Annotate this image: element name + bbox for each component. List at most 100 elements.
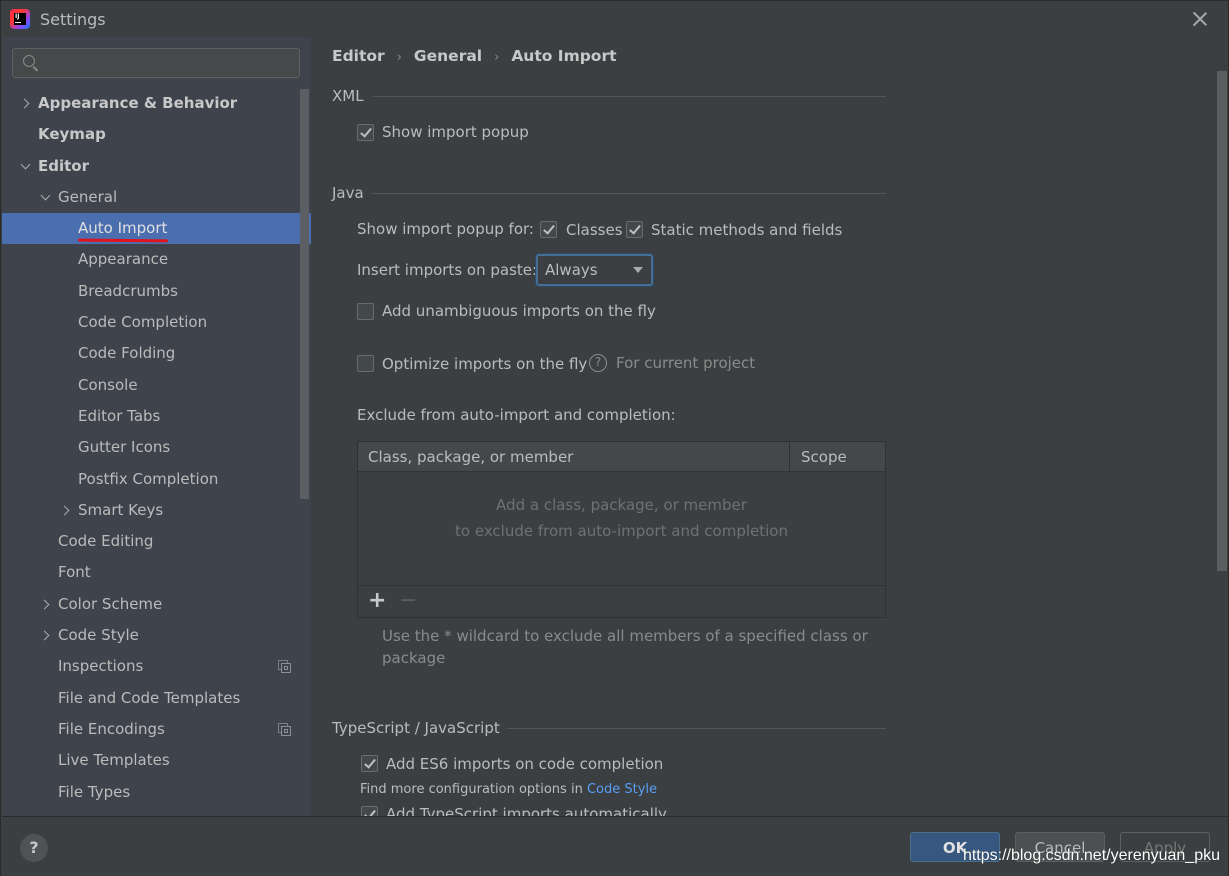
sidebar-item-postfix-completion[interactable]: Postfix Completion: [2, 464, 311, 495]
add-es6-label[interactable]: Add ES6 imports on code completion: [386, 755, 663, 773]
column-header-class[interactable]: Class, package, or member: [368, 442, 573, 472]
xml-show-import-popup-label[interactable]: Show import popup: [382, 123, 529, 141]
search-input[interactable]: [45, 49, 295, 77]
sidebar-item-label: Console: [78, 375, 138, 394]
sidebar-item-label: Gutter Icons: [78, 438, 171, 457]
sidebar-item-label: Editor Tabs: [78, 406, 161, 425]
sidebar-item-label: Keymap: [38, 125, 106, 144]
static-methods-checkbox[interactable]: [626, 221, 643, 238]
chevron-right-icon[interactable]: [60, 495, 72, 526]
close-icon[interactable]: [1190, 9, 1210, 29]
wildcard-hint-line-2: package: [382, 649, 446, 667]
sidebar-item-code-style[interactable]: Code Style: [2, 620, 311, 651]
sidebar-item-label: Font: [58, 563, 91, 582]
sidebar-item-breadcrumbs[interactable]: Breadcrumbs: [2, 276, 311, 307]
column-header-scope[interactable]: Scope: [801, 442, 847, 472]
section-divider: [373, 96, 886, 97]
sidebar-item-label: Code Editing: [58, 532, 154, 551]
sidebar-item-code-completion[interactable]: Code Completion: [2, 307, 311, 338]
chevron-down-icon: [633, 267, 643, 273]
sidebar-item-auto-import[interactable]: Auto Import: [2, 213, 311, 245]
breadcrumb: Editor › General › Auto Import: [332, 47, 617, 65]
sidebar-item-label: Appearance: [78, 250, 169, 269]
code-style-link[interactable]: Code Style: [587, 782, 657, 797]
insert-on-paste-value: Always: [545, 261, 598, 279]
add-icon[interactable]: +: [368, 590, 386, 612]
add-ts-auto-label[interactable]: Add TypeScript imports automatically: [386, 805, 667, 816]
section-divider: [507, 728, 886, 729]
column-separator[interactable]: [789, 442, 790, 472]
sidebar-item-label: Smart Keys: [78, 500, 164, 519]
breadcrumb-auto-import: Auto Import: [511, 47, 617, 65]
sidebar-item-appearance[interactable]: Appearance: [2, 244, 311, 275]
more-options-prefix: Find more configuration options in: [360, 782, 587, 797]
sidebar-item-font[interactable]: Font: [2, 557, 311, 588]
xml-show-import-popup-checkbox[interactable]: [357, 124, 374, 141]
sidebar-item-label: General: [58, 187, 118, 206]
sidebar-item-color-scheme[interactable]: Color Scheme: [2, 589, 311, 620]
section-title-xml: XML: [332, 87, 364, 105]
add-es6-checkbox[interactable]: [361, 755, 378, 772]
sidebar-item-gutter-icons[interactable]: Gutter Icons: [2, 432, 311, 463]
sidebar-item-label: Code Completion: [78, 313, 208, 332]
project-level-icon: [278, 660, 291, 674]
sidebar-item-general[interactable]: General: [2, 182, 311, 213]
chevron-right-icon: ›: [494, 50, 500, 65]
window-title: Settings: [40, 10, 106, 29]
sidebar-item-label: Appearance & Behavior: [38, 94, 238, 112]
section-title-typescript: TypeScript / JavaScript: [332, 719, 500, 737]
remove-icon[interactable]: −: [399, 590, 417, 612]
section-title-java: Java: [332, 184, 364, 202]
dialog-footer: ? OK Cancel Apply https://blog.csdn.net/…: [2, 816, 1228, 876]
sidebar-item-appearance-behavior[interactable]: Appearance & Behavior: [2, 88, 311, 119]
sidebar-item-console[interactable]: Console: [2, 370, 311, 401]
sidebar-item-editor[interactable]: Editor: [2, 151, 311, 182]
content-scrollbar[interactable]: [1217, 71, 1227, 571]
table-empty-line-1: Add a class, package, or member: [496, 496, 747, 514]
sidebar-item-label: File Types: [58, 782, 131, 801]
chevron-right-icon[interactable]: [40, 589, 52, 620]
intellij-idea-icon: IJ: [10, 9, 30, 29]
classes-label[interactable]: Classes: [566, 221, 623, 239]
sidebar-item-inspections[interactable]: Inspections: [2, 651, 311, 682]
show-popup-for-label: Show import popup for:: [357, 220, 534, 238]
breadcrumb-editor[interactable]: Editor: [332, 47, 385, 65]
sidebar-item-label: Code Folding: [78, 344, 176, 363]
sidebar-item-file-and-code-templates[interactable]: File and Code Templates: [2, 683, 311, 714]
settings-content: Editor › General › Auto Import XML Show impo…: [311, 37, 1228, 816]
sidebar-scrollbar[interactable]: [300, 89, 309, 499]
sidebar-item-live-templates[interactable]: Live Templates: [2, 745, 311, 776]
sidebar-item-editor-tabs[interactable]: Editor Tabs: [2, 401, 311, 432]
add-unambiguous-checkbox[interactable]: [357, 303, 374, 320]
sidebar-item-code-editing[interactable]: Code Editing: [2, 526, 311, 557]
sidebar-item-code-folding[interactable]: Code Folding: [2, 338, 311, 369]
more-options-text: Find more configuration options in Code …: [360, 782, 657, 797]
help-icon[interactable]: ?: [589, 354, 607, 372]
sidebar-item-file-encodings[interactable]: File Encodings: [2, 714, 311, 745]
settings-dialog: IJ Settings Appearance & Behavior Keymap E…: [0, 0, 1229, 876]
exclude-label: Exclude from auto-import and completion:: [357, 406, 676, 424]
table-toolbar: + −: [358, 585, 885, 617]
static-methods-label[interactable]: Static methods and fields: [651, 221, 842, 239]
chevron-down-icon[interactable]: [40, 182, 52, 213]
sidebar-item-file-types[interactable]: File Types: [2, 777, 311, 808]
settings-search[interactable]: [12, 48, 300, 78]
sidebar-item-keymap[interactable]: Keymap: [2, 119, 311, 150]
help-button[interactable]: ?: [20, 834, 48, 862]
breadcrumb-general[interactable]: General: [414, 47, 482, 65]
add-unambiguous-label[interactable]: Add unambiguous imports on the fly: [382, 302, 656, 320]
optimize-imports-checkbox[interactable]: [357, 355, 374, 372]
classes-checkbox[interactable]: [540, 221, 557, 238]
optimize-imports-label[interactable]: Optimize imports on the fly: [382, 355, 587, 373]
table-empty-line-2: to exclude from auto-import and completi…: [455, 522, 788, 540]
chevron-right-icon: ›: [396, 50, 402, 65]
chevron-down-icon[interactable]: [20, 151, 32, 182]
insert-on-paste-dropdown[interactable]: Always: [536, 254, 653, 286]
project-level-icon: [278, 722, 291, 736]
optimize-imports-hint: For current project: [616, 354, 756, 372]
add-ts-auto-checkbox[interactable]: [361, 806, 378, 816]
title-bar: IJ Settings: [1, 1, 1228, 37]
chevron-right-icon[interactable]: [20, 88, 32, 119]
chevron-right-icon[interactable]: [40, 620, 52, 651]
sidebar-item-smart-keys[interactable]: Smart Keys: [2, 495, 311, 526]
